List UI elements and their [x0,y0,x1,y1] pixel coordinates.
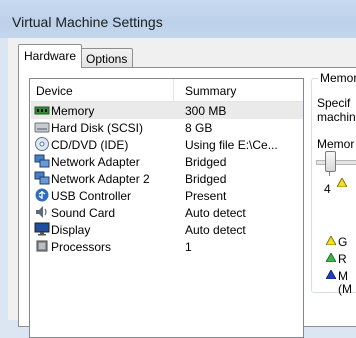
memory-description-line1: Specif [317,96,351,110]
device-row-processors[interactable]: Processors 1 [31,238,303,255]
memory-group-label: Memor [318,71,356,85]
green-triangle-icon [326,253,336,262]
device-name: Network Adapter [51,155,140,169]
title-bar[interactable]: Virtual Machine Settings [0,0,356,38]
device-row-hard-disk[interactable]: Hard Disk (SCSI) 8 GB [31,119,303,136]
device-summary: 300 MB [185,104,227,118]
device-row-memory[interactable]: Memory 300 MB [31,102,303,119]
device-name: Hard Disk (SCSI) [51,121,144,135]
device-list-header: Device Summary [30,79,303,102]
memory-settings-panel: Memor Specif machin Memor 4 G R M (M [311,71,356,328]
device-summary: Present [185,189,227,203]
legend-text-1: G [338,235,348,249]
usb-icon [35,188,49,202]
column-header-device[interactable]: Device [36,84,73,98]
device-name: Network Adapter 2 [51,172,150,186]
hardware-tab-panel: Device Summary Memory 300 MB Hard Disk (… [18,67,356,338]
device-list[interactable]: Device Summary Memory 300 MB Hard Disk (… [29,78,304,338]
memory-icon [34,106,50,115]
window-title: Virtual Machine Settings [12,14,163,30]
device-summary: Using file E:\Ce... [185,138,278,152]
device-summary: 8 GB [185,121,213,135]
device-row-display[interactable]: Display Auto detect [31,221,303,238]
column-divider[interactable] [173,79,174,101]
device-row-sound-card[interactable]: Sound Card Auto detect [31,204,303,221]
tab-options[interactable]: Options [80,48,134,68]
device-summary: Bridged [185,172,227,186]
device-row-network-adapter[interactable]: Network Adapter Bridged [31,153,303,170]
memory-slider[interactable] [316,151,356,177]
memory-description-line2: machin [317,110,356,124]
device-name: Sound Card [51,206,116,220]
device-summary: Auto detect [185,223,246,237]
legend-text-2: R [338,252,347,266]
device-summary: Bridged [185,155,227,169]
slider-tick [329,172,330,176]
memory-slider-label: Memor [317,137,355,151]
blue-triangle-icon [326,270,336,279]
dialog-client-area: Hardware Options Device Summary Memory 3… [8,38,356,338]
device-name: Processors [51,240,112,254]
slider-thumb[interactable] [325,151,336,172]
display-icon [34,222,50,236]
device-row-usb-controller[interactable]: USB Controller Present [31,187,303,204]
sound-card-icon [36,206,47,218]
column-header-summary[interactable]: Summary [185,84,236,98]
device-name: CD/DVD (IDE) [51,138,129,152]
legend-text-3b: (M [338,282,352,296]
recommended-warning-icon [337,178,347,187]
hard-disk-icon [34,122,50,133]
tab-hardware[interactable]: Hardware [18,44,83,68]
device-row-network-adapter-2[interactable]: Network Adapter 2 Bridged [31,170,303,187]
device-name: USB Controller [51,189,132,203]
yellow-triangle-icon [326,236,336,245]
device-name: Memory [51,104,95,118]
network-adapter-icon [34,154,50,168]
device-row-cd-dvd[interactable]: CD/DVD (IDE) Using file E:\Ce... [31,136,303,153]
device-summary: Auto detect [185,206,246,220]
memory-group: Memor Specif machin Memor 4 G R M (M [311,71,356,296]
memory-scale-value: 4 [324,182,331,196]
slider-track [316,160,356,165]
device-summary: 1 [185,240,192,254]
legend-text-3: M [338,269,348,283]
processor-icon [36,240,48,252]
cd-dvd-icon [35,137,49,151]
device-name: Display [51,223,91,237]
network-adapter-icon [34,171,50,185]
